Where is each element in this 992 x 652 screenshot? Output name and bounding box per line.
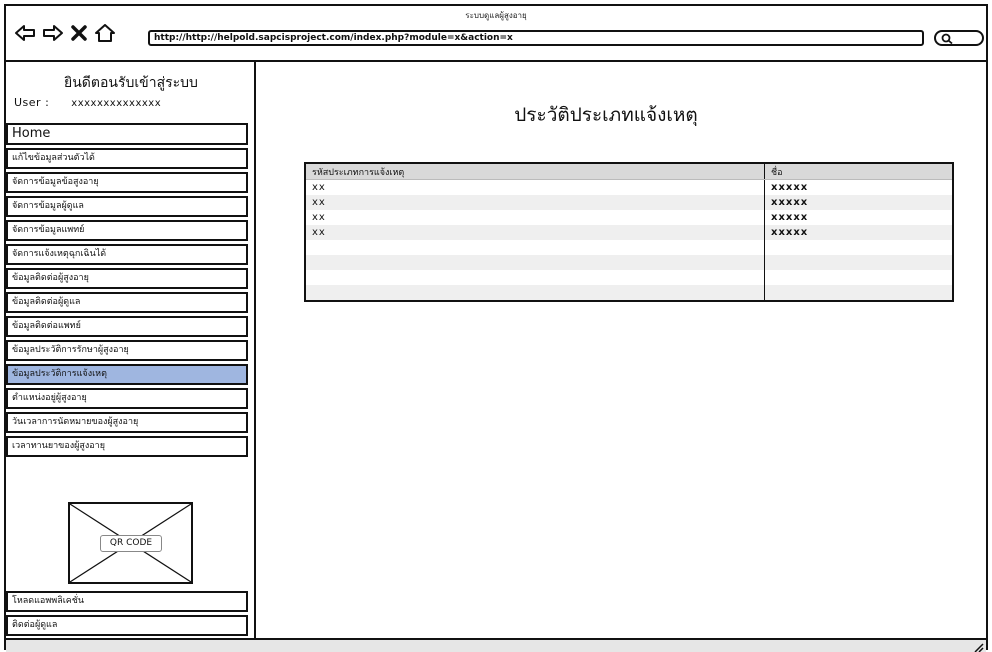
cell-code: xx xyxy=(305,225,765,240)
table-row: xx xxxxx xyxy=(305,195,953,210)
cell-name: xxxxx xyxy=(771,182,809,193)
table-row: xx xxxxx xyxy=(305,210,953,225)
search-button[interactable] xyxy=(934,30,984,46)
sidebar-item[interactable]: วันเวลาการนัดหมายของผู้สูงอายุ xyxy=(6,412,248,433)
main-content: ประวัติประเภทแจ้งเหตุ รหัสประเภทการแจ้งเ… xyxy=(256,60,986,638)
page-title: ประวัติประเภทแจ้งเหตุ xyxy=(514,104,698,126)
table-row xyxy=(305,285,953,301)
user-value: xxxxxxxxxxxxxx xyxy=(71,98,162,109)
browser-window: ระบบดูแลผู้สูงอายุ http://http://helpold… xyxy=(4,4,988,652)
sidebar-item[interactable]: ข้อมูลประวัติการรักษาผู้สูงอายุ xyxy=(6,340,248,361)
resize-grip-icon[interactable] xyxy=(972,642,984,652)
back-arrow-icon[interactable] xyxy=(14,24,36,42)
sidebar-item[interactable]: ตำแหน่งอยู่ผู้สูงอายุ xyxy=(6,388,248,409)
cell-code: xx xyxy=(305,179,765,195)
column-header-code: รหัสประเภทการแจ้งเหตุ xyxy=(305,163,765,180)
user-label: User : xyxy=(14,96,50,109)
sidebar-bottom-menu: โหลดแอพพลิเคชั่นติดต่อผู้ดูแล xyxy=(6,588,252,636)
table-row: xx xxxxx xyxy=(305,225,953,240)
cell-name xyxy=(764,285,953,301)
browser-toolbar: ระบบดูแลผู้สูงอายุ http://http://helpold… xyxy=(6,6,986,62)
table-row xyxy=(305,240,953,255)
sidebar-item[interactable]: เวลาทานยาของผู้สูงอายุ xyxy=(6,436,248,457)
qr-code-label: QR CODE xyxy=(100,535,162,552)
cell-name: xxxxx xyxy=(764,225,953,240)
search-icon xyxy=(941,33,953,44)
address-bar[interactable]: http://http://helpold.sapcisproject.com/… xyxy=(148,30,924,46)
sidebar-item[interactable]: จัดการแจ้งเหตุฉุกเฉินได้ xyxy=(6,244,248,265)
sidebar: ยินดีตอนรับเข้าสู่ระบบ User : xxxxxxxxxx… xyxy=(6,60,256,650)
sidebar-item[interactable]: ข้อมูลติดต่อผู้สูงอายุ xyxy=(6,268,248,289)
sidebar-item[interactable]: จัดการข้อมูลแพทย์ xyxy=(6,220,248,241)
cell-name xyxy=(765,240,954,255)
welcome-text: ยินดีตอนรับเข้าสู่ระบบ xyxy=(64,75,198,91)
cell-code xyxy=(305,240,765,255)
home-icon[interactable] xyxy=(94,24,116,42)
cell-code: xx xyxy=(305,195,765,210)
incident-type-table: รหัสประเภทการแจ้งเหตุ ชื่อ xx xxxxx xx xxxx… xyxy=(304,162,954,302)
sidebar-item[interactable]: จัดการข้อมูลข้อสูงอายุ xyxy=(6,172,248,193)
sidebar-item[interactable]: แก้ไขข้อมูลส่วนตัวได้ xyxy=(6,148,248,169)
cell-code xyxy=(305,255,765,270)
forward-arrow-icon[interactable] xyxy=(42,24,64,42)
cell-name: xxxxx xyxy=(764,195,953,210)
column-header-name: ชื่อ xyxy=(764,163,953,180)
table-row xyxy=(305,255,953,270)
sidebar-item[interactable]: จัดการข้อมูลผู้ดูแล xyxy=(6,196,248,217)
cell-name xyxy=(764,255,953,270)
table-row: xx xxxxx xyxy=(305,179,953,195)
sidebar-item-download-app[interactable]: โหลดแอพพลิเคชั่น xyxy=(6,591,248,612)
table-row xyxy=(305,270,953,285)
cell-code: xx xyxy=(305,210,765,225)
close-icon[interactable] xyxy=(70,24,88,42)
status-bar xyxy=(6,638,986,652)
user-info: User : xxxxxxxxxxxxxx xyxy=(14,96,161,109)
cell-name: xxxxx xyxy=(771,212,809,223)
table-header-row: รหัสประเภทการแจ้งเหตุ ชื่อ xyxy=(305,163,953,180)
window-title: ระบบดูแลผู้สูงอายุ xyxy=(465,11,527,20)
sidebar-item[interactable]: ข้อมูลติดต่อผู้ดูแล xyxy=(6,292,248,313)
sidebar-item-home[interactable]: Home xyxy=(6,123,248,145)
qr-code-image: QR CODE xyxy=(68,502,193,584)
sidebar-item[interactable]: ข้อมูลประวัติการแจ้งเหตุ xyxy=(6,364,248,385)
sidebar-item[interactable]: ข้อมูลติดต่อแพทย์ xyxy=(6,316,248,337)
cell-code xyxy=(305,285,765,301)
cell-name xyxy=(765,270,954,285)
sidebar-item-contact-caregiver[interactable]: ติดต่อผู้ดูแล xyxy=(6,615,248,636)
cell-code xyxy=(305,270,765,285)
sidebar-menu: Home แก้ไขข้อมูลส่วนตัวได้จัดการข้อมูลข้อ… xyxy=(6,120,252,457)
